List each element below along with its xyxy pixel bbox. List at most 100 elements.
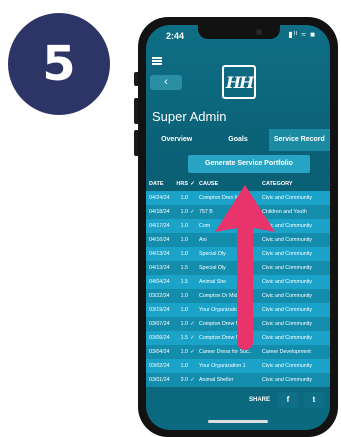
row-check	[188, 275, 197, 289]
row-category: Civic and Community	[262, 237, 313, 243]
row-cause: Com	[199, 223, 211, 229]
row-hrs: 1.0	[180, 307, 188, 313]
hamburger-menu-icon[interactable]	[152, 57, 162, 65]
row-date: 04/16/24	[149, 237, 170, 243]
row-cause: Compton Dr Middl..	[199, 293, 245, 299]
table-row[interactable]: 03/07/24 1.0 ✓ Compton Drew Middl.. Civic an…	[146, 317, 330, 331]
row-hrs: 1.0	[180, 349, 188, 355]
row-date: 03/22/24	[149, 293, 170, 299]
header-hrs[interactable]: HRS	[176, 177, 188, 191]
header-cause[interactable]: CAUSE	[197, 177, 260, 191]
row-check: ✓	[190, 335, 195, 341]
row-category: Civic and Community	[262, 223, 313, 229]
row-date: 03/04/24	[149, 349, 170, 355]
app-logo: HH	[222, 65, 256, 99]
row-check	[188, 191, 197, 205]
header-category[interactable]: CATEGORY	[260, 177, 330, 191]
row-hrs: 1.0	[180, 251, 188, 257]
app-screen: 2:44 ▮ᴵᴵ ≈ ■ ‹ HH Super Admin Overview G…	[146, 25, 330, 430]
row-category: Civic and Community	[262, 195, 313, 201]
row-category: Civic and Community	[262, 265, 313, 271]
table-row[interactable]: 03/06/24 1.5 ✓ Compton Drew Middl.. Civic an…	[146, 331, 330, 345]
row-date: 04/13/24	[149, 251, 170, 257]
row-hrs: 1.5	[180, 335, 188, 341]
row-hrs: 1.0	[180, 223, 188, 229]
tab-goals[interactable]: Goals	[207, 129, 268, 151]
row-date: 03/07/24	[149, 321, 170, 327]
phone-notch	[198, 25, 280, 39]
row-category: Civic and Community	[262, 279, 313, 285]
table-row[interactable]: 04/04/24 1.5 Animal She Civic and Community	[146, 275, 330, 289]
row-hrs: 1.0	[180, 195, 188, 201]
row-category: Civic and Community	[262, 321, 313, 327]
status-icons: ▮ᴵᴵ ≈ ■	[288, 30, 316, 39]
row-check: ✓	[190, 321, 195, 327]
twitter-share-button[interactable]: t	[304, 392, 324, 408]
row-cause: Animal Shelter	[199, 377, 234, 383]
table-row[interactable]: 03/01/24 3.0 ✓ Animal Shelter Civic and Comm…	[146, 373, 330, 387]
header-date[interactable]: DATE	[146, 177, 176, 191]
row-date: 04/24/24	[149, 195, 170, 201]
table-body: 04/24/24 1.0 Compton Dren Middl.. Civic and…	[146, 191, 330, 387]
step-number-badge: 5	[8, 13, 110, 115]
back-button[interactable]: ‹	[150, 75, 182, 90]
table-row[interactable]: 04/16/24 1.0 Ani Civic and Community	[146, 233, 330, 247]
row-hrs: 1.5	[180, 265, 188, 271]
user-name: Super Admin	[152, 109, 227, 124]
row-check: ✓	[190, 377, 195, 383]
row-check	[188, 233, 197, 247]
table-row[interactable]: 04/18/24 1.0 ✓ 757 B Children and Youth	[146, 205, 330, 219]
row-check	[188, 219, 197, 233]
row-check	[188, 303, 197, 317]
row-hrs: 1.5	[180, 279, 188, 285]
row-date: 04/13/24	[149, 265, 170, 271]
tab-service-record[interactable]: Service Record	[268, 129, 330, 151]
table-header: DATE HRS ✓ CAUSE CATEGORY	[146, 177, 330, 191]
home-indicator[interactable]	[208, 420, 268, 423]
table-row[interactable]: 04/17/24 1.0 Com Civic and Community	[146, 219, 330, 233]
table-row[interactable]: 04/13/24 1.5 Special Oly Civic and Communit…	[146, 261, 330, 275]
tab-overview[interactable]: Overview	[146, 129, 207, 151]
row-category: Civic and Community	[262, 377, 313, 383]
table-row[interactable]: 03/04/24 1.0 ✓ Career Dress for Suc.. Career…	[146, 345, 330, 359]
row-cause: Ani	[199, 237, 207, 243]
row-date: 03/19/24	[149, 307, 170, 313]
row-cause: 757 B	[199, 209, 213, 215]
row-hrs: 1.0	[180, 237, 188, 243]
row-date: 03/01/24	[149, 377, 170, 383]
tab-bar: Overview Goals Service Record	[146, 129, 330, 151]
row-date: 03/06/24	[149, 335, 170, 341]
row-category: Civic and Community	[262, 307, 313, 313]
share-label: SHARE	[249, 397, 271, 403]
row-hrs: 1.0	[180, 363, 188, 369]
row-check: ✓	[190, 349, 195, 355]
row-check	[188, 261, 197, 275]
table-row[interactable]: 04/13/24 1.0 Special Oly Civic and Communit…	[146, 247, 330, 261]
row-cause: Career Dress for Suc..	[199, 349, 252, 355]
row-cause: Special Oly	[199, 251, 226, 257]
camera-icon	[256, 29, 262, 35]
row-date: 04/17/24	[149, 223, 170, 229]
row-check	[188, 359, 197, 373]
row-cause: Special Oly	[199, 265, 226, 271]
row-category: Career Development	[262, 349, 311, 355]
table-row[interactable]: 03/22/24 1.0 Compton Dr Middl.. Civic and C…	[146, 289, 330, 303]
facebook-share-button[interactable]: f	[278, 392, 298, 408]
row-date: 03/02/24	[149, 363, 170, 369]
service-record-table: DATE HRS ✓ CAUSE CATEGORY 04/24/24 1.0 Com…	[146, 177, 330, 387]
row-check: ✓	[190, 209, 195, 215]
row-check	[188, 289, 197, 303]
table-row[interactable]: 03/19/24 1.0 Your Organization 1 Civic and …	[146, 303, 330, 317]
generate-service-portfolio-button[interactable]: Generate Service Portfolio	[188, 155, 310, 173]
row-hrs: 1.0	[180, 293, 188, 299]
table-row[interactable]: 04/24/24 1.0 Compton Dren Middl.. Civic and…	[146, 191, 330, 205]
row-category: Civic and Community	[262, 335, 313, 341]
header-check[interactable]: ✓	[188, 177, 197, 191]
row-cause: Compton Drew Middl..	[199, 321, 252, 327]
row-hrs: 1.0	[180, 209, 188, 215]
row-check	[188, 247, 197, 261]
row-cause: Your Organization 1	[199, 307, 246, 313]
table-row[interactable]: 03/02/24 1.0 Your Organization 1 Civic and …	[146, 359, 330, 373]
row-hrs: 3.0	[180, 377, 188, 383]
row-date: 04/04/24	[149, 279, 170, 285]
